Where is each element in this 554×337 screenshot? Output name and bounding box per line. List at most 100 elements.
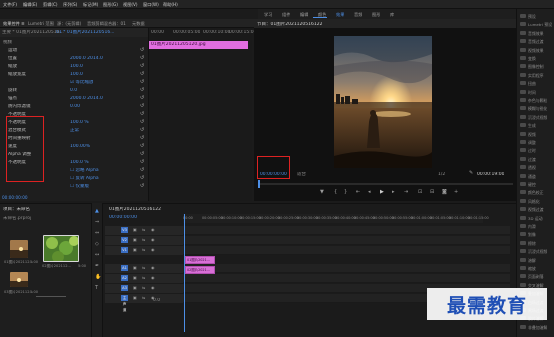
timeline-sequence-title[interactable]: 01图片2021120516122 — [109, 207, 161, 212]
track-badge[interactable]: A1 — [121, 265, 128, 271]
fx-row[interactable]: 旋转 0.0 ↺ — [0, 87, 146, 94]
menu-help[interactable]: 帮助(H) — [163, 2, 178, 7]
step-back-icon[interactable]: ◂ — [368, 190, 371, 195]
thumbnail-size-slider[interactable] — [36, 296, 66, 297]
slip-icon[interactable]: ↔ — [95, 253, 99, 258]
fx-clip-bar[interactable]: 01图片20211205120.jpg — [149, 41, 248, 49]
track-badge[interactable]: A3 — [121, 285, 128, 291]
reset-icon[interactable]: ↺ — [140, 167, 144, 173]
effects-tree-item[interactable]: 划像 — [519, 231, 554, 238]
fx-row[interactable]: 缩放 100.0 ↺ — [0, 63, 146, 70]
program-playhead[interactable] — [258, 180, 260, 188]
project-thumb-3[interactable] — [10, 272, 28, 287]
go-to-out-icon[interactable]: ⇥ — [404, 190, 408, 195]
fx-row-value[interactable]: 100.0 % — [70, 160, 89, 165]
effects-tree-item[interactable]: 溶解 — [519, 257, 554, 264]
menu-file[interactable]: 文件(F) — [3, 2, 17, 7]
effects-tree-item[interactable]: 模糊与锐化 — [519, 105, 554, 112]
ripple-edit-icon[interactable]: ⇔ — [95, 231, 99, 236]
eye-icon[interactable]: ◉ — [151, 275, 155, 280]
timeline-timecode[interactable]: 00:00:00:00 — [109, 215, 137, 220]
menu-clip[interactable]: 剪辑(C) — [43, 2, 58, 7]
reset-icon[interactable]: ↺ — [140, 135, 144, 141]
master-volume-value[interactable]: 0.0 — [153, 298, 160, 303]
sync-icon[interactable]: ⇋ — [142, 285, 145, 290]
effects-tree-item[interactable]: 时间 — [519, 89, 554, 96]
fx-row-value[interactable]: ☐ 仅蒙版 — [70, 184, 89, 189]
add-marker-icon[interactable]: ▼ — [320, 190, 324, 195]
effects-tree-item[interactable]: 杂色与颗粒 — [519, 97, 554, 104]
effects-tree-item[interactable]: 音频过渡 — [519, 38, 554, 45]
fx-row[interactable]: 缩放宽度 100.0 ↺ — [0, 71, 146, 78]
eye-icon[interactable]: ◉ — [151, 285, 155, 290]
program-scale-select[interactable]: 1/2 — [438, 172, 445, 177]
ws-tab-learn[interactable]: 学习 — [264, 12, 272, 17]
eye-icon[interactable]: ◉ — [151, 265, 155, 270]
effects-tree-item[interactable]: 视频 — [519, 131, 554, 138]
button-editor-icon[interactable]: + — [454, 190, 458, 195]
wrench-icon[interactable]: ✎ — [469, 171, 473, 176]
lock-icon[interactable]: ▣ — [133, 285, 137, 290]
fx-row[interactable]: ☐ 仅蒙版 ↺ — [0, 183, 146, 190]
reset-icon[interactable]: ↺ — [140, 151, 144, 157]
effects-tree-item[interactable]: 变换 — [519, 55, 554, 62]
reset-icon[interactable]: ↺ — [140, 143, 144, 149]
project-title[interactable]: 项目：未命名 — [3, 207, 30, 212]
menu-view[interactable]: 视图(V) — [123, 2, 138, 7]
eye-icon[interactable]: ◉ — [151, 247, 155, 252]
eye-icon[interactable]: ◉ — [151, 237, 155, 242]
effects-tree-item[interactable]: 颜色校正 — [519, 189, 554, 196]
reset-icon[interactable]: ↺ — [140, 183, 144, 189]
lift-icon[interactable]: ⊡ — [418, 190, 422, 195]
effects-tree-item[interactable]: 沉浸式视频 — [519, 248, 554, 255]
track-badge[interactable]: 主声道 — [121, 295, 128, 312]
fx-row-value[interactable]: ☐ 反转 Alpha — [70, 176, 99, 181]
track-badge[interactable]: V1 — [121, 247, 128, 253]
mark-in-icon[interactable]: { — [334, 190, 337, 195]
program-scrub-bar[interactable] — [258, 183, 513, 185]
fx-row-value[interactable]: 0.0 — [70, 88, 77, 93]
reset-icon[interactable]: ↺ — [140, 111, 144, 117]
reset-icon[interactable]: ↺ — [140, 79, 144, 85]
effects-tree-item[interactable]: 生成 — [519, 122, 554, 129]
ws-tab-libraries[interactable]: 库 — [390, 12, 394, 17]
project-thumb-1[interactable] — [10, 240, 28, 258]
eye-icon[interactable]: ◉ — [151, 227, 155, 232]
go-to-in-icon[interactable]: ⇤ — [356, 190, 360, 195]
tab-source[interactable]: 源：(无剪辑) — [57, 21, 81, 26]
effects-tree-item[interactable]: 预设 — [519, 13, 554, 20]
track-badge[interactable]: V3 — [121, 227, 128, 233]
reset-icon[interactable]: ↺ — [140, 87, 144, 93]
fx-row[interactable]: 锚点 2000.0 2014.0 ↺ — [0, 95, 146, 102]
timeline-playhead[interactable] — [184, 214, 185, 332]
effects-tree-item[interactable]: 调整 — [519, 139, 554, 146]
effects-tree-item[interactable]: 通道 — [519, 173, 554, 180]
reset-icon[interactable]: ↺ — [140, 71, 144, 77]
effects-tree-item[interactable]: 风格化 — [519, 198, 554, 205]
reset-icon[interactable]: ↺ — [140, 55, 144, 61]
lock-icon[interactable]: ▣ — [133, 275, 137, 280]
effects-tree-item[interactable]: 内滑 — [519, 223, 554, 230]
lock-icon[interactable]: ▣ — [133, 295, 137, 300]
effects-tree-item[interactable]: 键控 — [519, 181, 554, 188]
ws-tab-effects[interactable]: 效果 — [336, 12, 344, 17]
selection-tool-icon[interactable]: ▲ — [95, 209, 99, 214]
fx-row[interactable]: 防闪烁滤镜 0.00 ↺ — [0, 103, 146, 110]
sync-icon[interactable]: ⇋ — [142, 227, 145, 232]
razor-icon[interactable]: ◇ — [95, 242, 99, 247]
effects-tree-item[interactable]: 过时 — [519, 147, 554, 154]
fx-row-value[interactable]: ☑ 等比缩放 — [70, 80, 93, 85]
effects-tree-item[interactable]: 视频过渡 — [519, 206, 554, 213]
extract-icon[interactable]: ⊟ — [430, 190, 434, 195]
effects-tree-item[interactable]: 擦除 — [519, 240, 554, 247]
sync-icon[interactable]: ⇋ — [142, 295, 145, 300]
effects-tree-item[interactable]: 非叠加溶解 — [519, 324, 554, 331]
effects-tree-item[interactable]: 音频效果 — [519, 30, 554, 37]
fx-clip-label[interactable]: 01 * 01图片2021120516... — [56, 30, 115, 35]
hand-icon[interactable]: ✋ — [95, 275, 101, 280]
fx-source-label[interactable]: 主要 * 01图片2021120516... — [2, 30, 64, 35]
fx-row-value[interactable]: ☐ 忽略 Alpha — [70, 168, 99, 173]
effects-tree-item[interactable]: 缩放 — [519, 265, 554, 272]
track-badge[interactable]: V2 — [121, 237, 128, 243]
timeline-clip[interactable]: 02图片2021... — [185, 266, 215, 274]
